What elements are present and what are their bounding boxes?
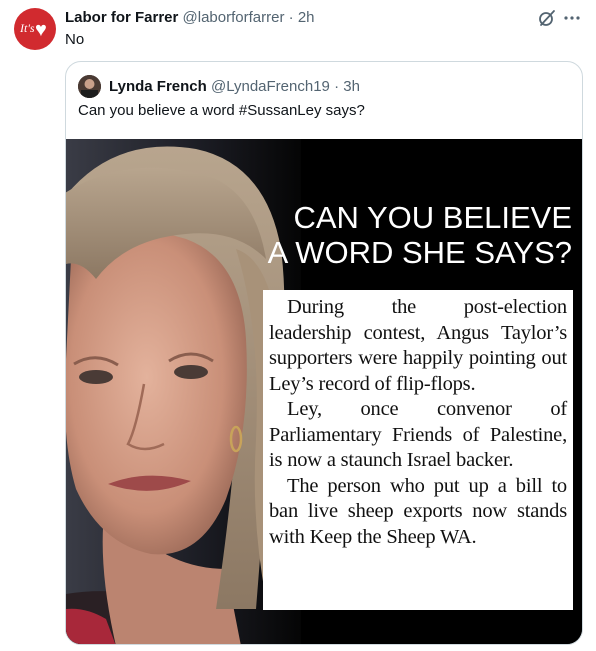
separator-dot: · — [334, 78, 340, 95]
quoted-text: Can you believe a word #SussanLey says? — [78, 102, 365, 119]
image-headline: CAN YOU BELIEVE A WORD SHE SAYS? — [268, 200, 572, 270]
more-options-icon[interactable] — [562, 8, 582, 28]
quoted-header: Lynda French @LyndaFrench19 · 3h — [109, 78, 360, 95]
headline-line-2: A WORD SHE SAYS? — [267, 235, 572, 270]
headline-line-1: CAN YOU BELIEVE — [293, 200, 572, 235]
clipping-paragraph: The person who put up a bill to ban live… — [269, 474, 567, 548]
quoted-timestamp[interactable]: 3h — [343, 78, 360, 95]
author-handle[interactable]: @laborforfarrer — [183, 9, 285, 26]
grok-icon[interactable] — [537, 8, 557, 28]
tweet-text: No — [65, 31, 85, 48]
heart-icon: ♥ — [35, 19, 47, 41]
quoted-author-name[interactable]: Lynda French — [109, 78, 207, 95]
quoted-handle[interactable]: @LyndaFrench19 — [211, 78, 330, 95]
tweet-header: Labor for Farrer @laborforfarrer · 2h — [65, 9, 315, 26]
quoted-tweet-card[interactable]: Lynda French @LyndaFrench19 · 3h Can you… — [65, 61, 583, 645]
clipping-paragraph: During the post-election leadership cont… — [269, 296, 567, 395]
timestamp[interactable]: 2h — [298, 9, 315, 26]
avatar-text: It's — [20, 21, 35, 35]
quoted-avatar[interactable] — [78, 75, 101, 98]
clipping-paragraph: Ley, once convenor of Parliamentary Frie… — [269, 398, 567, 471]
author-name[interactable]: Labor for Farrer — [65, 9, 178, 26]
avatar[interactable]: It's ♥ — [14, 8, 56, 50]
quoted-image[interactable]: CAN YOU BELIEVE A WORD SHE SAYS? During … — [66, 139, 582, 644]
newspaper-clipping: During the post-election leadership cont… — [263, 290, 573, 610]
separator-dot: · — [288, 9, 294, 26]
